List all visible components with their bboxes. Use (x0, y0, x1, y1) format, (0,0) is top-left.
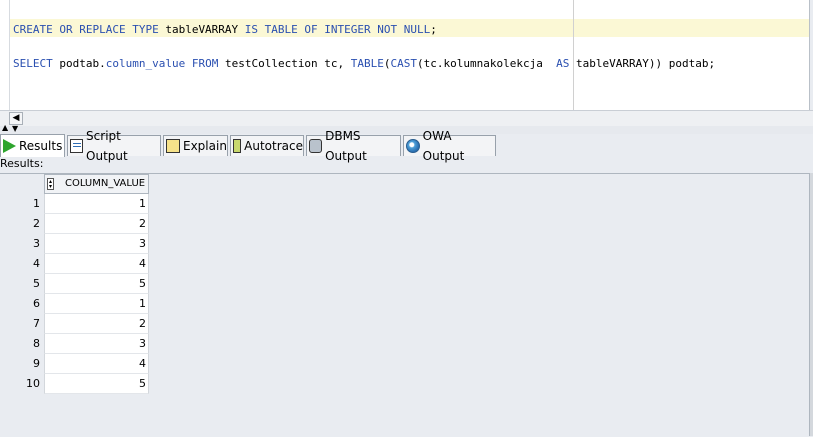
row-number[interactable]: 1 (0, 194, 44, 214)
tab-dbms-output[interactable]: DBMS Output (306, 129, 401, 163)
column-header-column-value[interactable]: ▴ ▾ COLUMN_VALUE (44, 174, 149, 194)
row-number[interactable]: 7 (0, 314, 44, 334)
grid-header: ▴ ▾ COLUMN_VALUE (0, 174, 149, 194)
grid-vertical-scrollbar[interactable] (809, 173, 813, 436)
row-number[interactable]: 10 (0, 374, 44, 394)
editor-gutter (0, 0, 10, 110)
cell-column-value[interactable]: 2 (44, 214, 149, 234)
collapse-down-icon[interactable]: ▼ (12, 125, 18, 133)
cell-column-value[interactable]: 3 (44, 234, 149, 254)
sort-icon[interactable]: ▴ ▾ (47, 178, 54, 190)
row-number[interactable]: 6 (0, 294, 44, 314)
cell-column-value[interactable]: 2 (44, 314, 149, 334)
table-row[interactable]: 22 (0, 214, 149, 234)
cell-column-value[interactable]: 1 (44, 194, 149, 214)
tab-results[interactable]: Results (0, 134, 65, 157)
tab-explain[interactable]: Explain (163, 135, 228, 156)
cell-column-value[interactable]: 1 (44, 294, 149, 314)
grid-corner (0, 174, 44, 194)
cell-column-value[interactable]: 3 (44, 334, 149, 354)
table-row[interactable]: 33 (0, 234, 149, 254)
table-row[interactable]: 44 (0, 254, 149, 274)
row-number[interactable]: 8 (0, 334, 44, 354)
row-number[interactable]: 2 (0, 214, 44, 234)
table-row[interactable]: 55 (0, 274, 149, 294)
cell-column-value[interactable]: 5 (44, 374, 149, 394)
row-number[interactable]: 5 (0, 274, 44, 294)
script-icon (70, 139, 84, 153)
sql-editor[interactable]: CREATE OR REPLACE TYPE tableVARRAY IS TA… (0, 0, 810, 110)
tab-autotrace[interactable]: Autotrace (230, 135, 304, 156)
explain-icon (166, 139, 180, 153)
cell-column-value[interactable]: 4 (44, 354, 149, 374)
right-margin-line (573, 0, 574, 110)
table-row[interactable]: 94 (0, 354, 149, 374)
row-number[interactable]: 3 (0, 234, 44, 254)
play-icon (3, 139, 16, 153)
row-number[interactable]: 9 (0, 354, 44, 374)
table-row[interactable]: 61 (0, 294, 149, 314)
tab-script-output[interactable]: Script Output (67, 129, 161, 163)
results-grid[interactable]: ▴ ▾ COLUMN_VALUE 1 1 2 2 3 3 4 4 5 5 6 1 7 2 8 3 9 4 10 5 (0, 173, 809, 437)
table-row[interactable]: 72 (0, 314, 149, 334)
dbms-icon (309, 139, 323, 153)
output-tabs: Results Script Output Explain Autotrace … (0, 129, 813, 163)
row-number[interactable]: 4 (0, 254, 44, 274)
table-row[interactable]: 10 5 (0, 374, 149, 394)
cell-column-value[interactable]: 4 (44, 254, 149, 274)
cell-column-value[interactable]: 5 (44, 274, 149, 294)
table-row[interactable]: 83 (0, 334, 149, 354)
tab-owa-output[interactable]: OWA Output (403, 129, 496, 163)
table-row[interactable]: 11 (0, 194, 149, 214)
collapse-up-icon[interactable]: ▲ (2, 124, 8, 132)
results-label: Results: (0, 157, 44, 170)
editor-horizontal-scrollbar[interactable]: ◀ (0, 110, 813, 127)
autotrace-icon (233, 139, 242, 153)
code-line-2[interactable]: SELECT podtab.column_value FROM testColl… (13, 57, 715, 70)
code-line-1[interactable]: CREATE OR REPLACE TYPE tableVARRAY IS TA… (13, 23, 437, 36)
owa-icon (406, 139, 420, 153)
